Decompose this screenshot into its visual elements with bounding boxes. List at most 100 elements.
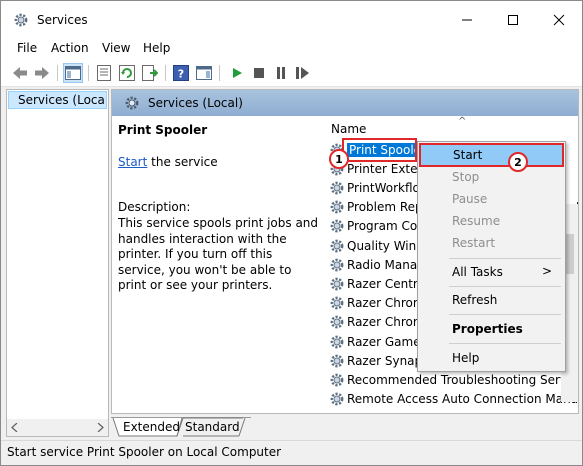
context-menu-stop-label: Stop <box>452 170 480 184</box>
service-gear-icon <box>330 258 344 272</box>
context-menu-separator <box>449 258 561 259</box>
context-menu-all-tasks[interactable]: All Tasks > <box>421 262 562 282</box>
service-row[interactable]: Recommended Troubleshooting Service <box>329 370 579 389</box>
minimize-button[interactable] <box>444 1 490 39</box>
service-gear-icon <box>330 277 344 291</box>
title-bar: Services <box>1 1 582 39</box>
service-gear-icon <box>330 219 344 233</box>
service-gear-icon <box>330 315 344 329</box>
menu-action[interactable]: Action <box>51 41 89 55</box>
refresh-icon <box>119 65 135 81</box>
service-name: Remote Access Auto Connection Manager <box>347 392 579 407</box>
minimize-icon <box>462 19 472 21</box>
view-tabs: Extended Standard <box>111 417 579 437</box>
start-service-icon <box>233 68 242 78</box>
tab-standard[interactable]: Standard <box>179 419 246 437</box>
context-menu-refresh-label: Refresh <box>452 293 498 307</box>
restart-service-icon <box>296 67 309 79</box>
action-pane-button[interactable] <box>194 63 214 83</box>
console-tree: Services (Local) <box>6 89 109 437</box>
pause-service-icon <box>277 67 285 79</box>
context-menu-properties[interactable]: Properties <box>421 319 562 339</box>
service-row[interactable]: Remote Access Auto Connection Manager <box>329 390 579 409</box>
context-menu-pause: Pause <box>421 189 562 209</box>
pane-header-title: Services (Local) <box>148 96 243 110</box>
toolbar-separator <box>165 65 166 81</box>
start-the-service: Start the service <box>118 155 218 169</box>
context-menu-properties-label: Properties <box>452 322 523 336</box>
toolbar-separator <box>88 65 89 81</box>
description-label: Description: <box>118 200 191 214</box>
back-arrow-icon <box>13 67 27 79</box>
service-gear-icon <box>330 335 344 348</box>
context-menu-all-tasks-label: All Tasks <box>452 265 503 279</box>
restart-service-button[interactable] <box>293 63 313 83</box>
console-tree-button[interactable] <box>63 63 83 83</box>
toolbar: ? <box>1 59 582 87</box>
properties-button[interactable] <box>94 63 114 83</box>
show-hide-console-tree-icon <box>65 66 81 80</box>
properties-icon <box>97 65 111 81</box>
close-button[interactable] <box>536 1 582 39</box>
back-button[interactable] <box>10 63 30 83</box>
menu-file[interactable]: File <box>17 41 37 55</box>
context-menu-start-label: Start <box>453 148 483 162</box>
stop-service-button[interactable] <box>249 63 269 83</box>
service-gear-icon <box>330 373 344 387</box>
start-suffix: the service <box>147 155 218 169</box>
context-menu-start[interactable]: Start <box>419 143 564 167</box>
sort-indicator: ^ <box>458 116 467 127</box>
pane-header: Services (Local) <box>112 90 578 116</box>
window-title: Services <box>37 13 88 27</box>
tree-horizontal-scrollbar[interactable] <box>7 419 108 436</box>
scroll-left-icon <box>11 423 18 432</box>
description-text: This service spools print jobs and handl… <box>118 216 319 292</box>
toolbar-separator <box>219 65 220 81</box>
context-menu-stop: Stop <box>421 167 562 187</box>
tree-item-label: Services (Local) <box>18 93 107 107</box>
context-menu-restart: Restart <box>421 233 562 253</box>
service-gear-icon <box>330 392 344 406</box>
callout-step-1: 1 <box>329 149 349 169</box>
service-name: Recommended Troubleshooting Service <box>347 372 579 387</box>
status-text: Start service Print Spooler on Local Com… <box>7 445 282 459</box>
export-list-button[interactable] <box>140 63 160 83</box>
svg-text:?: ? <box>178 68 184 81</box>
refresh-button[interactable] <box>117 63 137 83</box>
pause-service-button[interactable] <box>271 63 291 83</box>
menu-help[interactable]: Help <box>143 41 170 55</box>
scroll-right-icon <box>97 423 104 432</box>
menu-bar: File Action View Help <box>1 39 582 59</box>
toolbar-separator <box>57 65 58 81</box>
action-pane-icon <box>196 66 212 80</box>
forward-arrow-icon <box>35 67 49 79</box>
service-gear-icon <box>330 200 344 214</box>
forward-button[interactable] <box>32 63 52 83</box>
services-window: Services File Action View Help ? Service… <box>0 0 583 466</box>
menu-view[interactable]: View <box>102 41 130 55</box>
context-menu-separator <box>449 314 561 315</box>
help-button[interactable]: ? <box>171 63 191 83</box>
context-menu-refresh[interactable]: Refresh <box>421 290 562 310</box>
context-menu-resume: Resume <box>421 211 562 231</box>
scrollbar-thumb[interactable] <box>565 234 574 274</box>
context-menu-resume-label: Resume <box>452 214 501 228</box>
column-header-name[interactable]: Name ^ <box>330 116 578 140</box>
start-service-link[interactable]: Start <box>118 155 147 169</box>
context-menu-help[interactable]: Help <box>421 348 562 368</box>
close-icon <box>553 14 565 26</box>
status-bar: Start service Print Spooler on Local Com… <box>1 440 582 465</box>
maximize-button[interactable] <box>490 1 536 39</box>
column-name-label: Name <box>331 122 367 136</box>
context-menu-restart-label: Restart <box>452 236 496 250</box>
context-menu-separator <box>449 343 561 344</box>
context-menu-help-label: Help <box>452 351 480 365</box>
start-service-button[interactable] <box>227 63 247 83</box>
services-gear-icon <box>125 96 139 110</box>
tab-extended[interactable]: Extended <box>117 419 186 437</box>
context-menu: Start Stop Pause Resume Restart All Task… <box>417 141 566 372</box>
tree-item-services-local[interactable]: Services (Local) <box>8 91 107 109</box>
services-gear-icon <box>14 13 28 27</box>
service-gear-icon <box>330 296 344 310</box>
callout-highlight-print-spooler <box>342 138 417 162</box>
